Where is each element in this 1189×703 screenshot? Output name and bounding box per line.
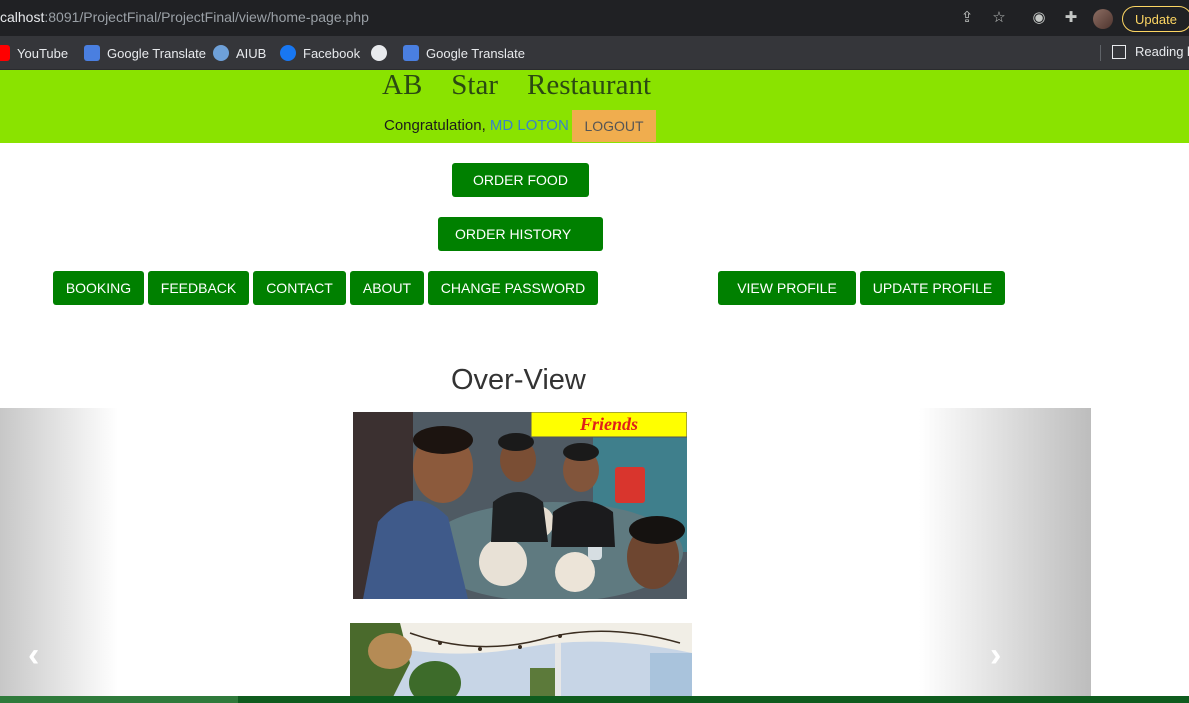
overview-heading: Over-View	[451, 364, 586, 396]
carousel-next-area[interactable]	[919, 408, 1091, 696]
bookmark-google-translate-2[interactable]: Google Translate	[403, 44, 525, 62]
bookmark-google-translate[interactable]: Google Translate	[84, 44, 206, 62]
logout-button[interactable]: LOGOUT	[572, 110, 656, 142]
about-button[interactable]: ABOUT	[350, 271, 424, 305]
username-link[interactable]: MD LOTON	[490, 117, 569, 134]
reading-list-label: Reading li	[1135, 44, 1189, 59]
star-icon[interactable]: ☆	[991, 10, 1007, 26]
carousel-photo-friends: Friends	[353, 412, 687, 599]
greeting-text: Congratulation,	[384, 117, 490, 134]
restaurant-photo-illustration	[350, 623, 692, 696]
update-button[interactable]: Update	[1122, 6, 1189, 32]
bookmark-label: Facebook	[303, 45, 361, 61]
extensions-icon[interactable]: ✚	[1063, 10, 1079, 26]
chevron-left-icon[interactable]: ‹	[28, 638, 39, 672]
url-host: calhost	[0, 9, 45, 25]
globe-icon	[371, 45, 387, 61]
reading-list[interactable]: Reading li	[1112, 44, 1189, 59]
friends-photo-illustration: Friends	[353, 412, 687, 599]
feedback-button[interactable]: FEEDBACK	[148, 271, 249, 305]
globe-icon[interactable]: ◉	[1031, 10, 1047, 26]
url-path: :8091/ProjectFinal/ProjectFinal/view/hom…	[44, 9, 369, 25]
facebook-icon	[280, 45, 296, 61]
bookmark-label: AIUB	[236, 45, 267, 61]
os-taskbar	[0, 696, 1189, 703]
change-password-button[interactable]: CHANGE PASSWORD	[428, 271, 598, 305]
booking-button[interactable]: BOOKING	[53, 271, 144, 305]
aiub-icon	[213, 45, 229, 61]
image-carousel: ‹ › Friends	[0, 408, 1091, 696]
bookmark-label: YouTube	[17, 45, 69, 61]
google-translate-icon	[84, 45, 100, 61]
site-title: AB Star Restaurant	[382, 69, 652, 101]
url-field[interactable]: calhost:8091/ProjectFinal/ProjectFinal/v…	[0, 9, 369, 25]
share-icon[interactable]: ⇪	[959, 10, 975, 26]
bookmark-label: Google Translate	[426, 45, 526, 61]
carousel-photo-restaurant	[350, 623, 692, 696]
bookmark-divider	[1100, 45, 1101, 61]
site-header: AB Star Restaurant Congratulation, MD LO…	[0, 70, 1189, 143]
update-profile-button[interactable]: UPDATE PROFILE	[860, 271, 1005, 305]
profile-avatar[interactable]	[1093, 9, 1113, 29]
bookmark-globe[interactable]	[371, 44, 387, 62]
bookmark-label: Google Translate	[107, 45, 207, 61]
carousel-prev-area[interactable]	[0, 408, 118, 696]
chevron-right-icon[interactable]: ›	[990, 638, 1001, 672]
contact-button[interactable]: CONTACT	[253, 271, 346, 305]
bookmark-youtube[interactable]: YouTube	[0, 44, 68, 62]
order-food-button[interactable]: ORDER FOOD	[452, 163, 589, 197]
order-history-button[interactable]: ORDER HISTORY	[438, 217, 603, 251]
google-translate-icon	[403, 45, 419, 61]
browser-address-bar: calhost:8091/ProjectFinal/ProjectFinal/v…	[0, 0, 1189, 36]
bookmark-facebook[interactable]: Facebook	[280, 44, 360, 62]
bookmark-aiub[interactable]: AIUB	[213, 44, 266, 62]
greeting: Congratulation, MD LOTON	[384, 117, 569, 134]
taskbar-segment	[0, 696, 238, 703]
view-profile-button[interactable]: VIEW PROFILE	[718, 271, 856, 305]
reading-list-icon	[1112, 44, 1126, 59]
friends-caption: Friends	[579, 414, 638, 434]
bookmarks-bar: YouTube Google Translate AIUB Facebook G…	[0, 36, 1189, 70]
youtube-icon	[0, 45, 10, 61]
